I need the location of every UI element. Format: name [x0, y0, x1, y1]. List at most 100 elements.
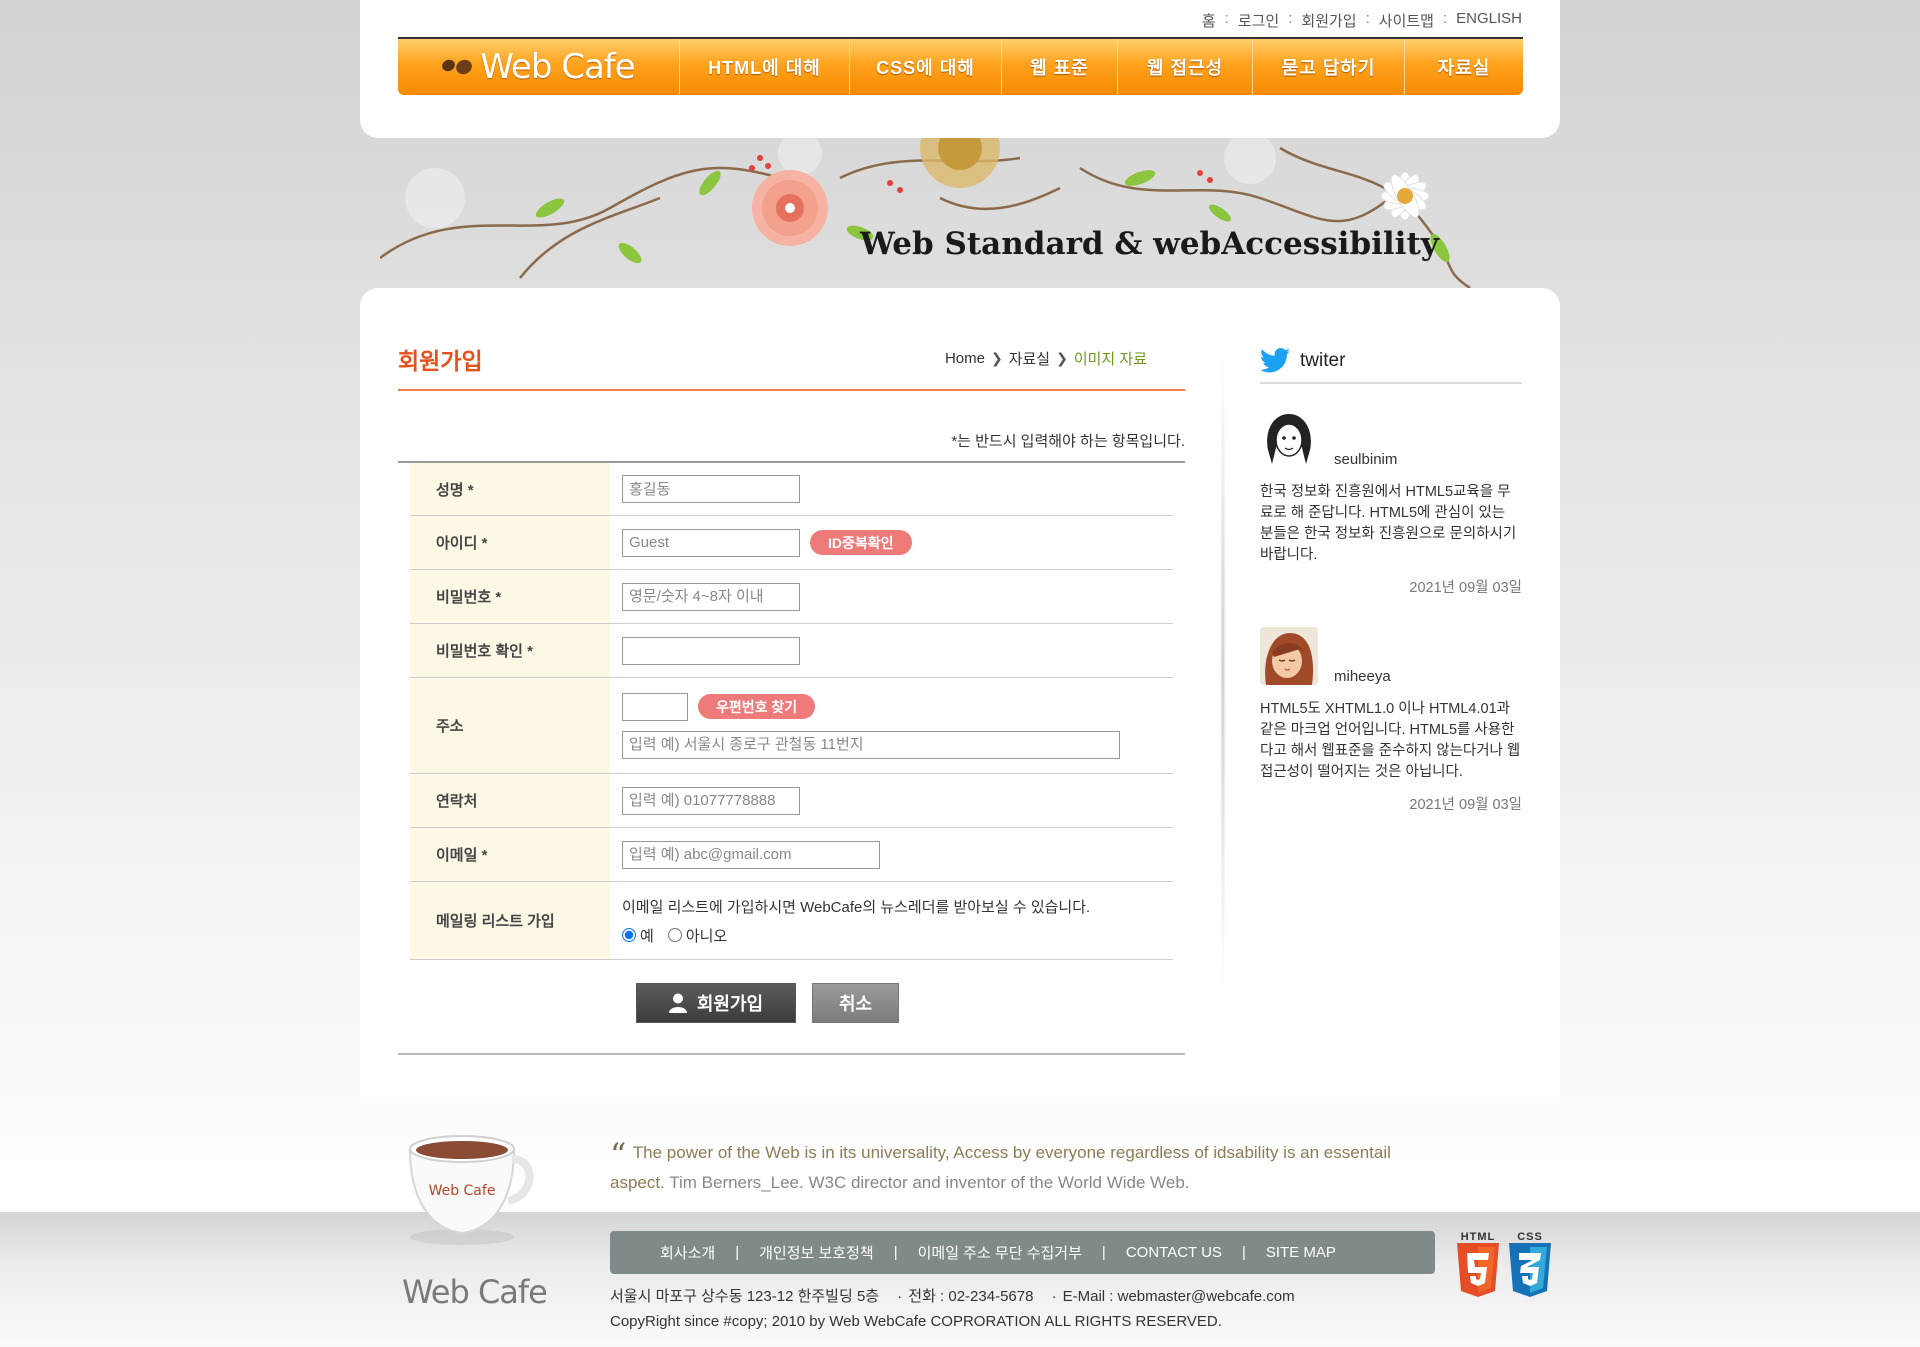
footer-logo[interactable]: Web Cafe	[402, 1273, 548, 1311]
mailing-description: 이메일 리스트에 가입하시면 WebCafe의 뉴스레더를 받아보실 수 있습니…	[622, 898, 1091, 916]
form-row-address: 주소 우편번호 찾기	[410, 678, 1173, 774]
tweet-username[interactable]: miheeya	[1334, 668, 1391, 685]
tweet-message: 한국 정보화 진흥원에서 HTML5교육을 무료로 해 준답니다. HTML5에…	[1260, 484, 1517, 563]
nav-item-accessibility[interactable]: 웹 접근성	[1118, 39, 1253, 95]
nav-item-archive[interactable]: 자료실	[1405, 39, 1523, 95]
mailing-yes-radio[interactable]	[622, 928, 636, 942]
mailing-label: 메일링 리스트 가입	[410, 882, 610, 959]
floral-decoration	[380, 138, 1471, 288]
phone-input[interactable]	[622, 786, 800, 815]
util-join-link[interactable]: 회원가입	[1301, 10, 1356, 31]
address-detail-input[interactable]	[622, 730, 1120, 759]
footer-link-company[interactable]: 회사소개	[660, 1242, 715, 1263]
name-input[interactable]	[622, 475, 800, 503]
form-row-phone: 연락처	[410, 774, 1173, 828]
password-label: 비밀번호 *	[410, 570, 610, 623]
email-label: 이메일 *	[410, 828, 610, 881]
footer-address: 서울시 마포구 상수동 123-12 한주빌딩 5층 · 전화 : 02-234-…	[610, 1284, 1295, 1334]
footer-link-sitemap[interactable]: SITE MAP	[1266, 1244, 1336, 1261]
form-row-id: 아이디 * ID중복확인	[410, 516, 1173, 570]
html5-badge: HTML	[1455, 1231, 1501, 1299]
util-home-link[interactable]: 홈	[1202, 10, 1216, 31]
twitter-title: twiter	[1300, 350, 1346, 371]
tweet-message: HTML5도 XHTML1.0 이나 HTML4.01과 같은 마크업 언어입니…	[1260, 701, 1521, 780]
chevron-right-icon: ❯	[1056, 350, 1068, 366]
visual-banner: Web Standard & webAccessibility	[380, 138, 1515, 288]
join-submit-label: 회원가입	[696, 994, 764, 1014]
logo-text: Web Cafe	[480, 47, 635, 87]
mailing-no-radio[interactable]	[667, 928, 682, 942]
footer-navigation: 회사소개 | 개인정보 보호정책 | 이메일 주소 무단 수집거부 | CONT…	[610, 1231, 1435, 1274]
breadcrumb-home[interactable]: Home	[945, 350, 985, 367]
quote-author: Tim Berners_Lee. W3C director and invent…	[669, 1173, 1190, 1192]
phone-label: 연락처	[410, 774, 610, 827]
company-phone: 전화 : 02-234-5678	[908, 1288, 1034, 1305]
nav-item-qna[interactable]: 묻고 답하기	[1253, 39, 1405, 95]
id-input[interactable]	[622, 528, 800, 557]
twitter-bird-icon	[1260, 348, 1290, 373]
tweet-date: 2021년 09월 03일	[1409, 797, 1522, 813]
user-icon	[668, 993, 687, 1013]
form-row-mailing: 메일링 리스트 가입 이메일 리스트에 가입하시면 WebCafe의 뉴스레더를…	[410, 882, 1173, 960]
util-sitemap-link[interactable]: 사이트맵	[1379, 10, 1434, 31]
content-bottom-divider	[398, 1053, 1185, 1055]
mailing-option-yes[interactable]: 예	[622, 925, 654, 946]
utility-menu: 홈 : 로그인 : 회원가입 : 사이트맵 : ENGLISH	[1201, 10, 1522, 31]
mailing-options: 예 아니오	[622, 925, 1173, 946]
password-confirm-input[interactable]	[622, 636, 800, 665]
nav-item-css[interactable]: CSS에 대해	[850, 39, 1002, 95]
visual-title: Web Standard & webAccessibility	[860, 226, 1439, 262]
company-email: E-Mail : webmaster@webcafe.com	[1062, 1288, 1295, 1305]
tweet-username[interactable]: seulbinim	[1334, 451, 1397, 468]
footer-quote: “ The power of the Web is in its univers…	[610, 1139, 1430, 1197]
twitter-panel: twiter seulbinim 한국 정보화 진흥원에서 HTML5교육을 무…	[1260, 348, 1522, 814]
avatar[interactable]	[1260, 410, 1318, 468]
svg-text:Web Cafe: Web Cafe	[429, 1183, 496, 1199]
join-form: 성명 * 아이디 * ID중복확인 비밀번호 *	[398, 461, 1185, 960]
tweet-item: miheeya HTML5도 XHTML1.0 이나 HTML4.01과 같은 …	[1260, 627, 1522, 814]
column-divider	[1220, 343, 1226, 1003]
css3-icon	[1509, 1243, 1551, 1297]
tweet-date: 2021년 09월 03일	[1409, 580, 1522, 596]
email-input[interactable]	[622, 840, 880, 869]
cancel-button[interactable]: 취소	[812, 983, 899, 1023]
footer: Web Cafe Web Cafe “ The power of the Web…	[360, 1103, 1560, 1347]
coffee-cup-icon: Web Cafe	[400, 1129, 540, 1254]
footer-link-email-policy[interactable]: 이메일 주소 무단 수집거부	[918, 1242, 1082, 1263]
main-navigation: Web Cafe HTML에 대해 CSS에 대해 웹 표준 웹 접근성 묻고 …	[398, 37, 1523, 95]
nav-item-web-standard[interactable]: 웹 표준	[1002, 39, 1118, 95]
css3-badge: CSS	[1507, 1231, 1553, 1299]
form-row-password-confirm: 비밀번호 확인 *	[410, 624, 1173, 678]
util-english-link[interactable]: ENGLISH	[1456, 10, 1522, 31]
form-row-email: 이메일 *	[410, 828, 1173, 882]
zipcode-search-button[interactable]: 우편번호 찾기	[698, 694, 816, 719]
coffee-bean-icon	[440, 57, 475, 77]
nav-item-html[interactable]: HTML에 대해	[680, 39, 850, 95]
header: 홈 : 로그인 : 회원가입 : 사이트맵 : ENGLISH Web Cafe…	[360, 0, 1560, 138]
breadcrumb-archive[interactable]: 자료실	[1009, 348, 1050, 369]
form-buttons: 회원가입 취소	[398, 983, 1185, 1023]
chevron-right-icon: ❯	[990, 350, 1003, 366]
avatar[interactable]	[1260, 627, 1318, 685]
breadcrumb: Home ❯ 자료실 ❯ 이미지 자료	[945, 348, 1147, 369]
name-label: 성명 *	[410, 463, 610, 515]
id-check-button[interactable]: ID중복확인	[810, 530, 912, 555]
mailing-option-no[interactable]: 아니오	[667, 925, 727, 946]
password-input[interactable]	[622, 582, 800, 611]
form-row-name: 성명 *	[410, 463, 1173, 516]
footer-link-privacy[interactable]: 개인정보 보호정책	[759, 1242, 874, 1263]
quote-icon: “	[610, 1136, 627, 1174]
util-login-link[interactable]: 로그인	[1238, 10, 1279, 31]
join-submit-button[interactable]: 회원가입	[636, 983, 796, 1023]
required-note: *는 반드시 입력해야 하는 항목입니다.	[951, 433, 1185, 450]
zipcode-input[interactable]	[622, 692, 688, 721]
address-label: 주소	[410, 678, 610, 773]
password-confirm-label: 비밀번호 확인 *	[410, 624, 610, 677]
page-title: 회원가입	[398, 348, 483, 374]
title-divider	[398, 389, 1185, 391]
company-address: 서울시 마포구 상수동 123-12 한주빌딩 5층	[610, 1288, 880, 1305]
footer-link-contact[interactable]: CONTACT US	[1126, 1244, 1222, 1261]
site-logo[interactable]: Web Cafe	[398, 39, 680, 95]
copyright: CopyRight since #copy; 2010 by Web WebCa…	[610, 1313, 1222, 1330]
standards-badges: HTML CSS	[1455, 1231, 1553, 1299]
